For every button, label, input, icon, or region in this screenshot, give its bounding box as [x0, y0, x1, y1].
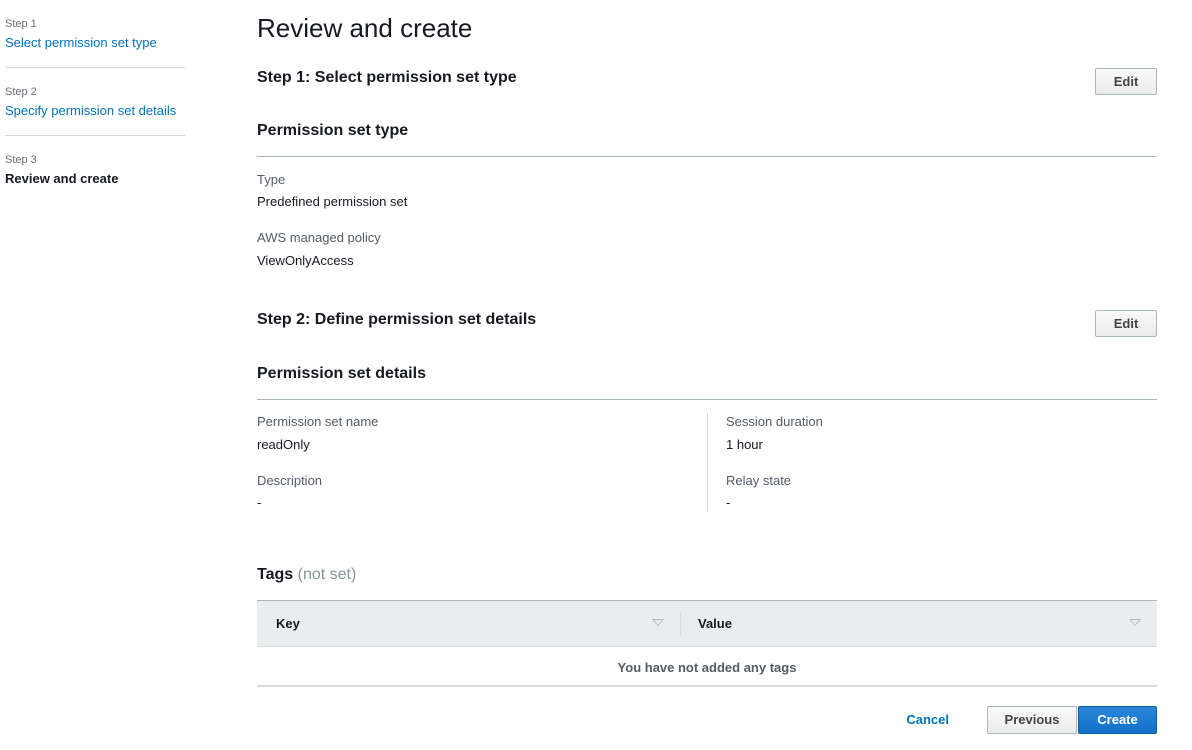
wizard-step-2: Step 2 Specify permission set details [5, 68, 185, 136]
step1-heading: Step 1: Select permission set type [257, 69, 517, 86]
step2-heading: Step 2: Define permission set details [257, 311, 537, 328]
description-label: Description [257, 473, 323, 488]
column-separator [680, 613, 681, 635]
step-link-specify-details[interactable]: Specify permission set details [5, 102, 185, 120]
step-link-select-type[interactable]: Select permission set type [5, 34, 185, 52]
managed-policy-label: AWS managed policy [257, 230, 381, 245]
description-value: - [257, 495, 262, 510]
type-label: Type [257, 172, 286, 187]
step2-edit-button[interactable]: Edit [1095, 310, 1157, 337]
cancel-button[interactable]: Cancel [906, 706, 949, 734]
previous-button[interactable]: Previous [987, 706, 1077, 734]
session-duration-label: Session duration [726, 414, 823, 429]
wizard-step-3: Step 3 Review and create [5, 136, 185, 203]
relay-state-label: Relay state [726, 473, 792, 488]
permission-set-name-label: Permission set name [257, 414, 379, 429]
section-divider [257, 156, 1157, 157]
permission-set-name-value: readOnly [257, 437, 310, 452]
column-divider [707, 413, 708, 512]
sort-icon[interactable] [652, 619, 664, 626]
tags-table-header: Key Value [257, 600, 1157, 647]
step-number: Step 3 [5, 154, 37, 166]
column-header-key[interactable]: Key [276, 601, 300, 646]
create-button[interactable]: Create [1078, 706, 1157, 734]
tags-status: (not set) [297, 566, 357, 583]
session-duration-value: 1 hour [726, 437, 763, 452]
permission-set-type-title: Permission set type [257, 122, 409, 139]
tags-title: Tags [257, 566, 294, 583]
wizard-steps-nav: Step 1 Select permission set type Step 2… [5, 0, 185, 203]
section-divider [257, 399, 1157, 400]
wizard-footer: Cancel Previous Create [257, 706, 1157, 734]
type-value: Predefined permission set [257, 194, 408, 209]
column-header-value[interactable]: Value [698, 601, 732, 646]
tags-table: Key Value You have not added any tags [257, 600, 1157, 687]
wizard-step-1: Step 1 Select permission set type [5, 0, 185, 68]
tags-empty-message: You have not added any tags [257, 647, 1157, 687]
step-current-review: Review and create [5, 171, 119, 186]
sort-icon[interactable] [1129, 619, 1141, 626]
relay-state-value: - [726, 495, 731, 510]
permission-set-details-title: Permission set details [257, 365, 426, 382]
tags-heading: Tags (not set) [257, 565, 356, 585]
page-title: Review and create [257, 13, 473, 43]
step-number: Step 2 [5, 86, 37, 98]
managed-policy-value: ViewOnlyAccess [257, 253, 354, 268]
step1-edit-button[interactable]: Edit [1095, 68, 1157, 95]
step-number: Step 1 [5, 18, 37, 30]
